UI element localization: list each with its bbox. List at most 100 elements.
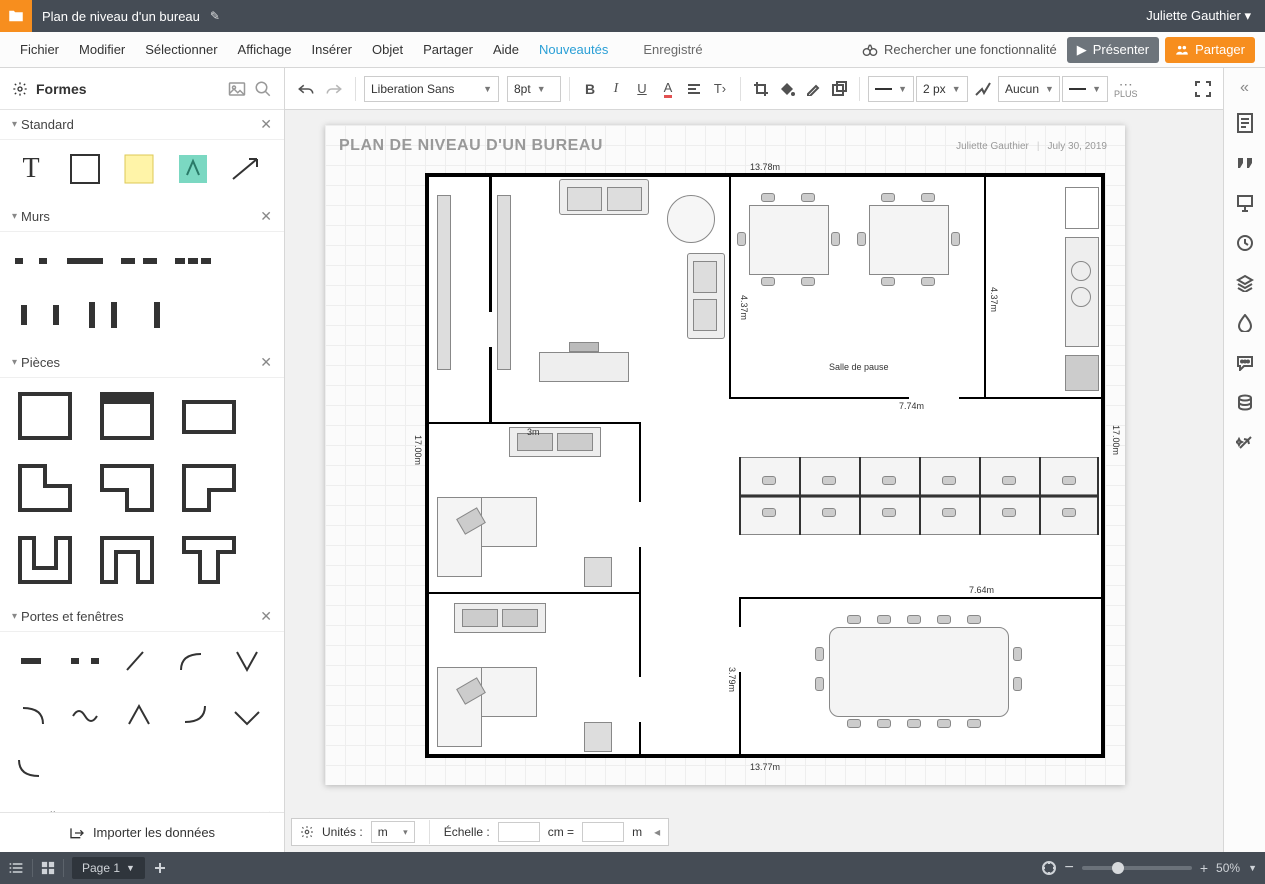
page-canvas[interactable]: PLAN DE NIVEAU D'UN BUREAU Juliette Gaut… <box>325 125 1125 785</box>
collapse-dock-icon[interactable]: « <box>1240 74 1249 102</box>
menu-inserer[interactable]: Insérer <box>302 32 362 67</box>
close-icon[interactable]: ✕ <box>260 608 272 625</box>
share-button[interactable]: Partager <box>1165 37 1255 63</box>
clock-icon[interactable] <box>1227 224 1263 262</box>
shape-room-2[interactable] <box>92 386 162 446</box>
scale-m-input[interactable] <box>582 822 624 842</box>
menu-aide[interactable]: Aide <box>483 32 529 67</box>
comments-icon[interactable] <box>1227 344 1263 382</box>
shape-wall-3[interactable] <box>118 240 160 282</box>
canvas-viewport[interactable]: PLAN DE NIVEAU D'UN BUREAU Juliette Gaut… <box>285 110 1223 852</box>
add-page-icon[interactable] <box>153 861 167 875</box>
auto-icon[interactable] <box>1227 424 1263 462</box>
shape-wall-4[interactable] <box>172 240 214 282</box>
grid-icon[interactable] <box>41 861 55 875</box>
more-menu[interactable]: ⋯PLUS <box>1114 79 1138 99</box>
shape-door-10[interactable] <box>226 694 268 736</box>
undo-button[interactable] <box>293 75 319 103</box>
link-button[interactable] <box>827 75 851 103</box>
shape-arrow[interactable] <box>226 148 268 190</box>
doc-icon[interactable] <box>1227 104 1263 142</box>
units-select[interactable]: m▾ <box>371 821 415 843</box>
floor-plan[interactable]: Salle de pause <box>425 173 1105 758</box>
menu-partager[interactable]: Partager <box>413 32 483 67</box>
document-title[interactable]: Plan de niveau d'un bureau <box>32 9 210 24</box>
menu-objet[interactable]: Objet <box>362 32 413 67</box>
shape-door-2[interactable] <box>64 640 106 682</box>
shape-data[interactable] <box>172 148 214 190</box>
collapse-footer-icon[interactable]: ◂ <box>654 825 660 839</box>
present-button[interactable]: ▶ Présenter <box>1067 37 1159 63</box>
cat-escaliers[interactable]: ▾Escaliers✕ <box>0 802 284 812</box>
menu-fichier[interactable]: Fichier <box>10 32 69 67</box>
shape-door-4[interactable] <box>172 640 214 682</box>
app-logo[interactable] <box>0 0 32 32</box>
font-select[interactable]: Liberation Sans▼ <box>364 76 499 102</box>
shape-room-l3[interactable] <box>174 458 244 518</box>
connector-button[interactable] <box>970 75 996 103</box>
shape-room-u3[interactable] <box>174 530 244 590</box>
import-data-button[interactable]: Importer les données <box>0 812 284 852</box>
cat-standard[interactable]: ▾Standard✕ <box>0 110 284 140</box>
redo-button[interactable] <box>321 75 347 103</box>
shape-room-l1[interactable] <box>10 458 80 518</box>
shape-wall-1[interactable] <box>10 240 52 282</box>
cat-pieces[interactable]: ▾Pièces✕ <box>0 348 284 378</box>
fullscreen-button[interactable] <box>1191 75 1215 103</box>
menu-affichage[interactable]: Affichage <box>228 32 302 67</box>
close-icon[interactable]: ✕ <box>260 354 272 371</box>
target-icon[interactable] <box>1041 860 1057 876</box>
shape-room-l2[interactable] <box>92 458 162 518</box>
scale-cm-input[interactable] <box>498 822 540 842</box>
shape-door-8[interactable] <box>118 694 160 736</box>
pen-button[interactable] <box>801 75 825 103</box>
page-select[interactable]: Page 1▼ <box>72 857 145 879</box>
align-button[interactable] <box>682 75 706 103</box>
close-icon[interactable]: ✕ <box>260 208 272 225</box>
bold-button[interactable]: B <box>578 75 602 103</box>
data-icon[interactable] <box>1227 384 1263 422</box>
shape-door-9[interactable] <box>172 694 214 736</box>
fill-button[interactable] <box>775 75 799 103</box>
menu-modifier[interactable]: Modifier <box>69 32 135 67</box>
zoom-in-icon[interactable]: + <box>1200 860 1208 876</box>
shape-text[interactable]: T <box>10 148 52 190</box>
edit-title-icon[interactable]: ✎ <box>210 9 220 23</box>
menu-news[interactable]: Nouveautés <box>529 32 618 67</box>
shape-door-5[interactable] <box>226 640 268 682</box>
fontsize-select[interactable]: 8pt▼ <box>507 76 561 102</box>
shape-room-3[interactable] <box>174 386 244 446</box>
zoom-value[interactable]: 50% <box>1216 861 1240 875</box>
image-icon[interactable] <box>228 81 246 97</box>
shape-wall-7[interactable] <box>136 294 178 336</box>
italic-button[interactable]: I <box>604 75 628 103</box>
line-style-select[interactable]: ▼ <box>868 76 914 102</box>
gear-icon[interactable] <box>300 825 314 839</box>
fill-select[interactable]: Aucun▼ <box>998 76 1060 102</box>
shape-room-1[interactable] <box>10 386 80 446</box>
shape-wall-2[interactable] <box>64 240 106 282</box>
menu-selectionner[interactable]: Sélectionner <box>135 32 227 67</box>
shape-wall-5[interactable] <box>10 294 70 336</box>
quote-icon[interactable] <box>1227 144 1263 182</box>
cat-portes[interactable]: ▾Portes et fenêtres✕ <box>0 602 284 632</box>
cat-murs[interactable]: ▾Murs✕ <box>0 202 284 232</box>
zoom-slider[interactable] <box>1082 866 1192 870</box>
shape-door-11[interactable] <box>10 748 52 790</box>
shape-room-u1[interactable] <box>10 530 80 590</box>
close-icon[interactable]: ✕ <box>260 116 272 133</box>
search-icon[interactable] <box>254 80 272 98</box>
shape-door-6[interactable] <box>10 694 52 736</box>
shape-door-3[interactable] <box>118 640 160 682</box>
shape-door-7[interactable] <box>64 694 106 736</box>
search-functionality[interactable]: Rechercher une fonctionnalité <box>852 42 1067 57</box>
crop-button[interactable] <box>749 75 773 103</box>
layers-icon[interactable] <box>1227 264 1263 302</box>
outline-icon[interactable] <box>8 861 24 875</box>
text-color-button[interactable]: A <box>656 75 680 103</box>
shape-door-1[interactable] <box>10 640 52 682</box>
shape-room-u2[interactable] <box>92 530 162 590</box>
arrow-select[interactable]: ▼ <box>1062 76 1108 102</box>
gear-icon[interactable] <box>12 81 28 97</box>
text-tool-button[interactable]: T› <box>708 75 732 103</box>
